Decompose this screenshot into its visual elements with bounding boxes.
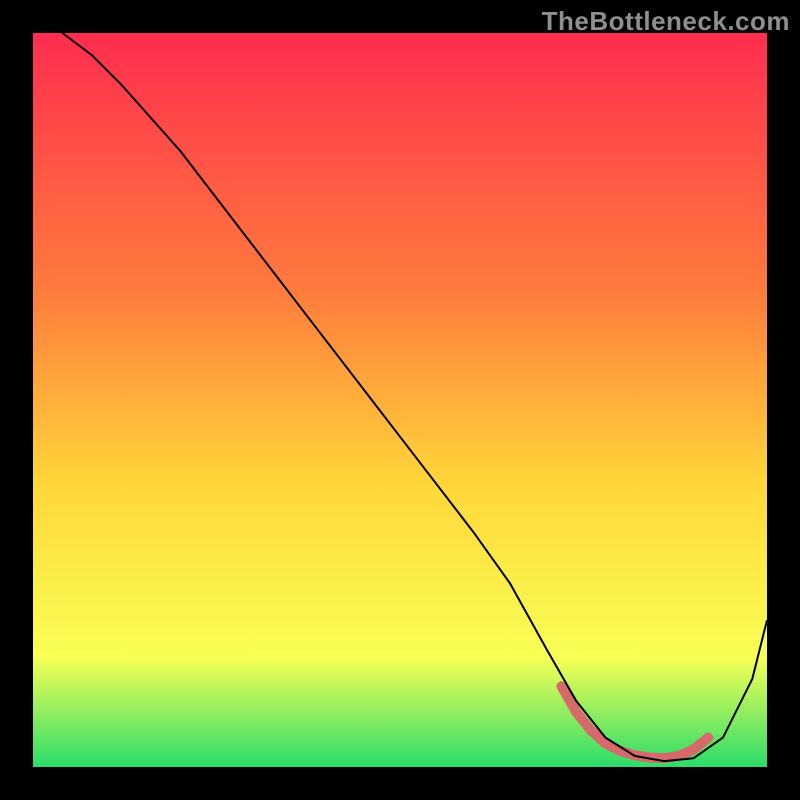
watermark-text: TheBottleneck.com: [542, 6, 790, 37]
gradient-background: [33, 33, 767, 767]
chart-svg: [33, 33, 767, 767]
chart-frame: TheBottleneck.com: [0, 0, 800, 800]
chart-plot-area: [33, 33, 767, 767]
